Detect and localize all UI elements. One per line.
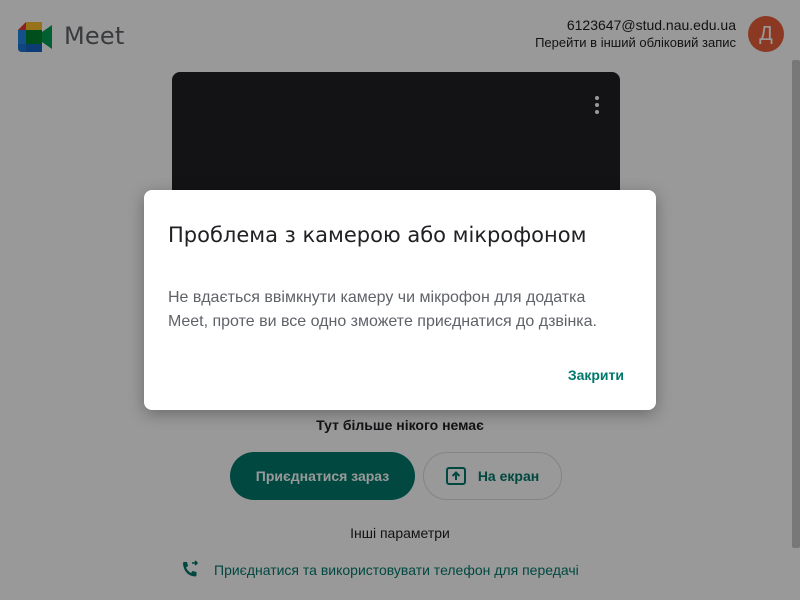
close-button[interactable]: Закрити bbox=[568, 367, 624, 383]
dialog-body: Не вдається ввімкнути камеру чи мікрофон… bbox=[168, 289, 597, 330]
dialog-title: Проблема з камерою або мікрофоном bbox=[168, 223, 587, 247]
camera-problem-dialog: Проблема з камерою або мікрофоном Не вда… bbox=[144, 190, 656, 410]
